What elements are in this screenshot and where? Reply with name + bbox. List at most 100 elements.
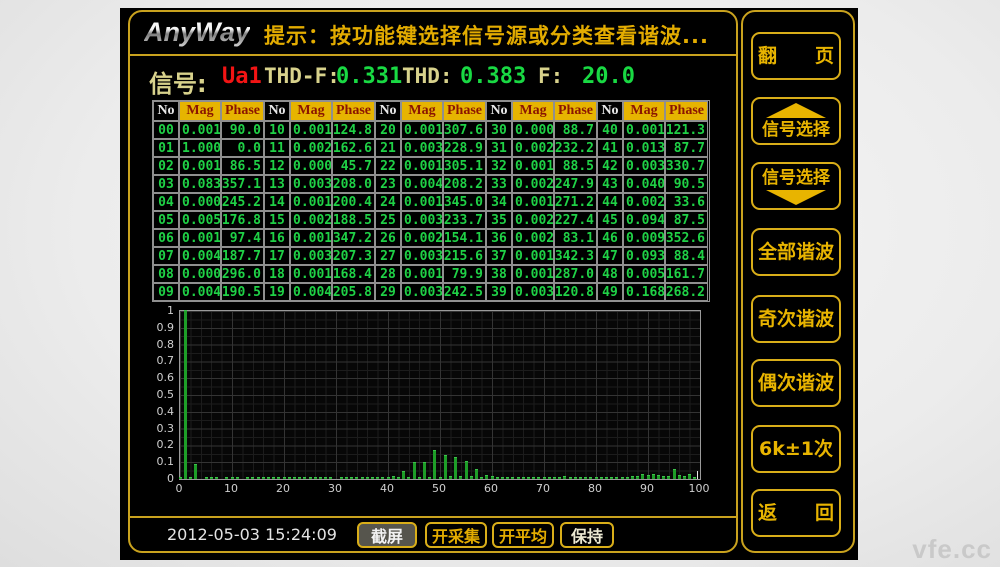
table-cell-mag: 0.001 [290,229,332,247]
harmonic-bar [236,477,239,479]
odd-harmonics-label: 奇次谐波 [758,309,834,329]
harmonic-bar [205,477,208,479]
table-cell-mag: 0.168 [623,283,665,301]
table-cell-phase: 168.4 [332,265,375,283]
table-cell-mag: 0.001 [512,193,554,211]
table-cell-mag: 0.001 [290,121,332,139]
harmonic-bar [423,462,426,479]
table-cell-mag: 0.003 [401,211,443,229]
table-cell-no: 48 [597,265,623,283]
table-cell-no: 36 [486,229,512,247]
footer-bar: 2012-05-03 15:24:09 截屏 开采集 开平均 保持 [130,516,736,553]
harmonic-bar [324,477,327,479]
signal-select-down-button[interactable]: 信号选择 [751,162,841,210]
thd-value: 0.383 [460,64,526,89]
table-cell-mag: 0.004 [179,283,221,301]
table-cell-phase: 176.8 [221,211,264,229]
harmonic-bar [652,474,655,479]
table-cell-no: 33 [486,175,512,193]
harmonic-bar [673,469,676,479]
table-cell-phase: 347.2 [332,229,375,247]
table-cell-no: 23 [375,175,401,193]
even-harmonics-button[interactable]: 偶次谐波 [751,359,841,407]
table-cell-phase: 227.4 [554,211,597,229]
table-cell-phase: 233.7 [443,211,486,229]
table-cell-mag: 1.000 [179,139,221,157]
table-cell-mag: 0.002 [290,211,332,229]
table-cell-phase: 357.1 [221,175,264,193]
table-cell-phase: 88.7 [554,121,597,139]
start-average-button[interactable]: 开平均 [492,522,554,548]
table-cell-phase: 187.7 [221,247,264,265]
table-cell-mag: 0.003 [401,139,443,157]
harmonic-bar [574,477,577,479]
harmonic-bar [511,477,514,479]
harmonic-bar-chart [179,310,701,480]
all-harmonics-button[interactable]: 全部谐波 [751,228,841,276]
table-cell-phase: 45.7 [332,157,375,175]
harmonic-bar [595,477,598,479]
y-tick-label: 1 [144,304,174,317]
harmonic-bar [532,477,535,479]
table-cell-no: 18 [264,265,290,283]
frequency-value: 20.0 [582,64,635,89]
table-cell-mag: 0.009 [623,229,665,247]
harmonic-bar [283,477,286,479]
six-k-plus-minus-one-button[interactable]: 6k±1次 [751,425,841,473]
harmonic-bar [543,477,546,479]
table-cell-mag: 0.002 [623,193,665,211]
table-cell-phase: 124.8 [332,121,375,139]
y-tick-label: 0.5 [144,388,174,401]
harmonic-bar [439,477,442,479]
table-cell-no: 19 [264,283,290,301]
table-cell-phase: 162.6 [332,139,375,157]
harmonic-bar [470,476,473,479]
page-flip-button[interactable]: 翻 页 [751,32,841,80]
table-row: 060.00197.4160.001347.2260.002154.1360.0… [153,229,709,247]
harmonic-bar [319,477,322,479]
col-header-mag: Mag [512,101,554,121]
table-cell-no: 01 [153,139,179,157]
table-cell-phase: 87.5 [665,211,708,229]
table-cell-phase: 90.0 [221,121,264,139]
hold-button[interactable]: 保持 [560,522,614,548]
table-row: 070.004187.7170.003207.3270.003215.6370.… [153,247,709,265]
table-cell-phase: 200.4 [332,193,375,211]
back-button[interactable]: 返 回 [751,489,841,537]
x-tick-label: 30 [322,482,348,495]
harmonic-bar [179,477,182,479]
x-tick-label: 40 [374,482,400,495]
table-cell-no: 20 [375,121,401,139]
thdf-label: THD-F: [264,64,340,88]
table-cell-mag: 0.093 [623,247,665,265]
harmonic-bar [267,477,270,479]
harmonic-bar [366,477,369,479]
harmonic-bar [246,477,249,479]
table-cell-phase: 268.2 [665,283,708,301]
table-row: 030.083357.1130.003208.0230.004208.2330.… [153,175,709,193]
table-cell-no: 05 [153,211,179,229]
x-tick-label: 0 [166,482,192,495]
table-cell-mag: 0.003 [401,247,443,265]
harmonic-bar [610,477,613,479]
col-header-mag: Mag [401,101,443,121]
start-acquire-button[interactable]: 开采集 [425,522,487,548]
table-cell-phase: 0.0 [221,139,264,157]
table-cell-no: 28 [375,265,401,283]
anyway-logo: AnyWay [144,17,250,48]
table-cell-phase: 208.2 [443,175,486,193]
x-tick-label: 10 [218,482,244,495]
harmonic-bar [371,477,374,479]
signal-select-up-button[interactable]: 信号选择 [751,97,841,145]
table-cell-phase: 88.5 [554,157,597,175]
harmonic-bar [600,477,603,479]
odd-harmonics-button[interactable]: 奇次谐波 [751,295,841,343]
harmonic-bar [454,457,457,479]
harmonic-bar [433,450,436,479]
table-cell-no: 35 [486,211,512,229]
table-cell-mag: 0.003 [512,283,554,301]
screenshot-button[interactable]: 截屏 [357,522,417,548]
table-cell-no: 22 [375,157,401,175]
table-cell-phase: 190.5 [221,283,264,301]
table-cell-no: 39 [486,283,512,301]
